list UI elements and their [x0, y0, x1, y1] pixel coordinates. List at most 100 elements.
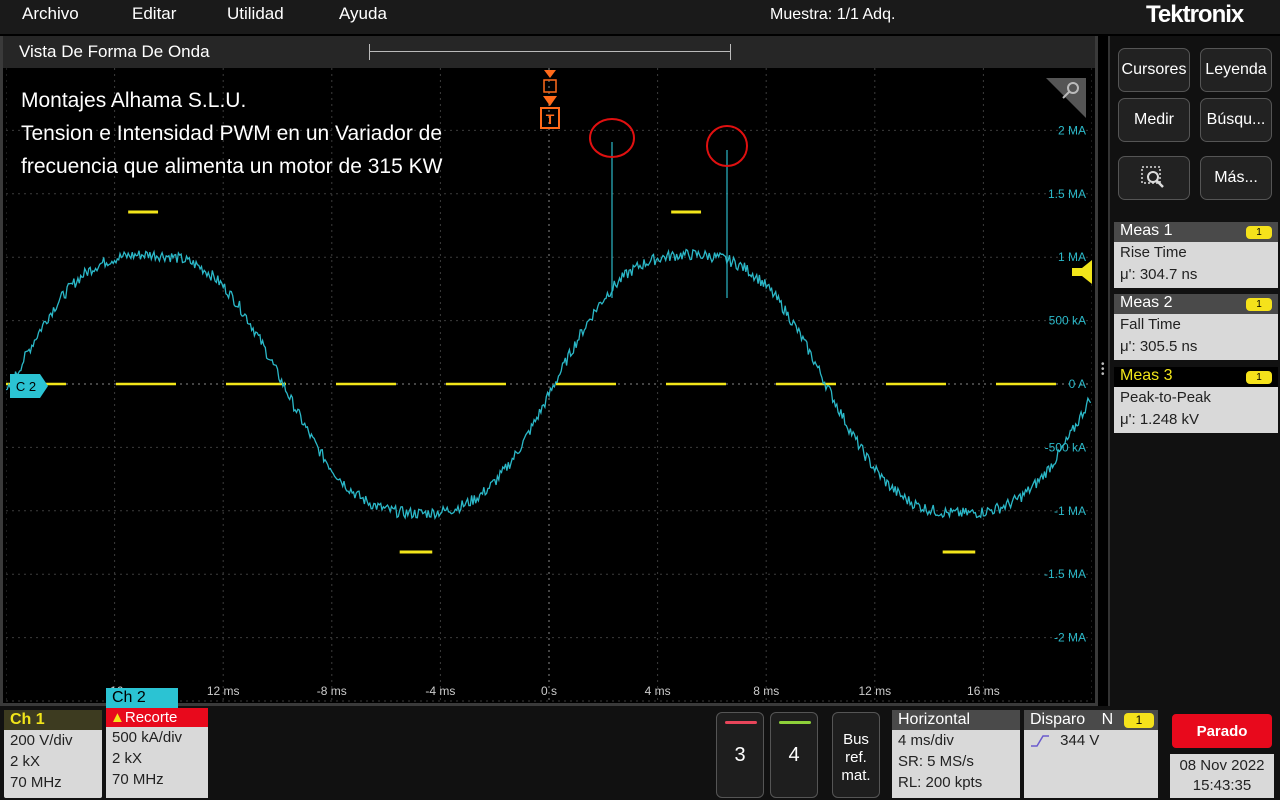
x-tick-label: -4 ms [425, 684, 455, 698]
ch2-bandwidth: 70 MHz [112, 771, 164, 788]
meas-2-title: Meas 2 [1120, 294, 1173, 311]
meas-1-badge[interactable]: Meas 1 1 Rise Time μ': 304.7 ns [1114, 222, 1278, 288]
zoom-corner-icon[interactable] [1046, 78, 1086, 118]
waveform-header: Vista De Forma De Onda [3, 36, 1095, 68]
y-tick-label: -2 MA [1054, 631, 1086, 645]
trigger-arrow-icon-2 [543, 96, 557, 106]
x-tick-label: 4 ms [645, 684, 671, 698]
x-tick-label: 12 ms [207, 684, 240, 698]
y-tick-label: -1.5 MA [1044, 567, 1086, 581]
horizontal-badge[interactable]: Horizontal 4 ms/div SR: 5 MS/s RL: 200 k… [892, 710, 1020, 798]
waveform-title: Vista De Forma De Onda [19, 42, 210, 61]
ch3-button[interactable]: 3 [716, 712, 764, 798]
search-button[interactable]: Búsqu... [1200, 98, 1272, 142]
meas-2-header: Meas 2 1 [1114, 294, 1278, 314]
meas-3-name: Peak-to-Peak [1120, 389, 1211, 406]
ch2-clipping-warning: ▲Recorte [106, 708, 208, 727]
ch4-color-bar [779, 721, 811, 724]
meas-3-source-badge: 1 [1246, 371, 1272, 384]
y-tick-label: -1 MA [1054, 504, 1086, 518]
bus-ref-math-button[interactable]: Bus ref. mat. [832, 712, 880, 798]
ch4-button[interactable]: 4 [770, 712, 818, 798]
menu-ayuda[interactable]: Ayuda [339, 4, 387, 24]
trigger-badge[interactable]: Disparo N 1 344 V [1024, 710, 1158, 798]
settings-bar: Ch 1 200 V/div 2 kX 70 MHz Ch 2 ▲Recorte… [0, 688, 1280, 800]
zoom-icon [1141, 166, 1164, 188]
record-length: RL: 200 kpts [898, 774, 983, 791]
meas-1-source-badge: 1 [1246, 226, 1272, 239]
meas-2-badge[interactable]: Meas 2 1 Fall Time μ': 305.5 ns [1114, 294, 1278, 360]
meas-3-badge[interactable]: Meas 3 1 Peak-to-Peak μ': 1.248 kV [1114, 367, 1278, 433]
date: 08 Nov 2022 [1179, 757, 1265, 774]
bus-label: Bus [843, 731, 869, 748]
trigger-title: Disparo [1030, 711, 1086, 728]
trigger-mode: N [1101, 711, 1114, 728]
more-button[interactable]: Más... [1200, 156, 1272, 200]
menu-utilidad[interactable]: Utilidad [227, 4, 284, 24]
math-label: mat. [841, 767, 871, 784]
ref-label: ref. [845, 749, 867, 766]
ch2-warning-text: Recorte [124, 709, 178, 726]
date-time[interactable]: 08 Nov 2022 15:43:35 [1170, 754, 1274, 798]
ch1-label: Ch 1 [4, 710, 102, 730]
ch2-label: Ch 2 [106, 688, 178, 708]
annotation-line-1: Montajes Alhama S.L.U. [21, 89, 247, 112]
trigger-small-box [543, 79, 557, 93]
menu-editar[interactable]: Editar [132, 4, 176, 24]
x-tick-label: 12 ms [858, 684, 891, 698]
panel-resize-handle[interactable]: • • • [1101, 360, 1106, 380]
y-tick-label: 2 MA [1058, 123, 1086, 137]
legend-button[interactable]: Leyenda [1200, 48, 1272, 92]
ch1-badge[interactable]: Ch 1 200 V/div 2 kX 70 MHz [4, 710, 102, 798]
menu-bar: Archivo Editar Utilidad Ayuda Muestra: 1… [0, 0, 1280, 34]
record-view-bar[interactable] [369, 44, 731, 60]
menu-archivo[interactable]: Archivo [22, 4, 79, 24]
brand-logo: Tektronix [1146, 1, 1244, 28]
meas-1-header: Meas 1 1 [1114, 222, 1278, 242]
cursors-button[interactable]: Cursores [1118, 48, 1190, 92]
rising-edge-icon [1031, 735, 1049, 747]
ch2-scale: 500 kA/div [112, 729, 183, 746]
meas-3-header: Meas 3 1 [1114, 367, 1278, 387]
sample-rate: SR: 5 MS/s [898, 753, 974, 770]
trigger-level-row: 344 V [1024, 730, 1158, 751]
ch1-bandwidth: 70 MHz [10, 774, 62, 791]
trigger-position-marker[interactable]: T [540, 70, 560, 129]
meas-1-value: μ': 304.7 ns [1120, 266, 1198, 283]
ch2-waveform [6, 142, 1092, 521]
ch2-impedance: 2 kX [112, 750, 143, 767]
measure-button[interactable]: Medir [1118, 98, 1190, 142]
ch2-settings: 500 kA/div 2 kX 70 MHz [106, 727, 208, 798]
y-tick-label: 500 kA [1049, 314, 1086, 328]
horizontal-title: Horizontal [892, 710, 1020, 730]
acquisition-status[interactable]: Muestra: 1/1 Adq. [770, 6, 895, 24]
ch1-impedance: 2 kX [10, 753, 41, 770]
meas-3-title: Meas 3 [1120, 367, 1173, 384]
meas-2-name: Fall Time [1120, 316, 1181, 333]
ch3-label: 3 [734, 743, 746, 766]
ch3-color-bar [725, 721, 757, 724]
zoom-button[interactable] [1118, 156, 1190, 200]
ch1-scale: 200 V/div [10, 732, 73, 749]
meas-3-value: μ': 1.248 kV [1120, 411, 1200, 428]
trigger-level: 344 V [1060, 732, 1100, 749]
x-tick-label: -8 ms [317, 684, 347, 698]
trigger-source-badge: 1 [1124, 713, 1154, 728]
annotation-line-2: Tension e Intensidad PWM en un Variador … [21, 122, 443, 145]
run-stop-button[interactable]: Parado [1172, 714, 1272, 748]
annotation-line-3: frecuencia que alimenta un motor de 315 … [21, 155, 443, 178]
meas-2-value: μ': 305.5 ns [1120, 338, 1198, 355]
y-tick-label: 0 A [1069, 377, 1086, 391]
warning-icon: ▲ [110, 709, 125, 726]
trigger-header: Disparo N 1 [1024, 710, 1158, 730]
x-axis-labels: -1612 ms-8 ms-4 ms0 s4 ms8 ms12 ms16 ms [106, 684, 1000, 698]
time: 15:43:35 [1192, 777, 1252, 794]
y-tick-label: 1.5 MA [1048, 187, 1086, 201]
meas-1-title: Meas 1 [1120, 222, 1173, 239]
ch2-offset-marker[interactable]: C 2 [10, 374, 48, 398]
trigger-marker-label: T [546, 111, 555, 127]
horizontal-scale: 4 ms/div [898, 732, 954, 749]
ch4-label: 4 [788, 743, 800, 766]
ch2-badge[interactable]: Ch 2 ▲Recorte 500 kA/div 2 kX 70 MHz [106, 688, 208, 798]
meas-2-source-badge: 1 [1246, 298, 1272, 311]
